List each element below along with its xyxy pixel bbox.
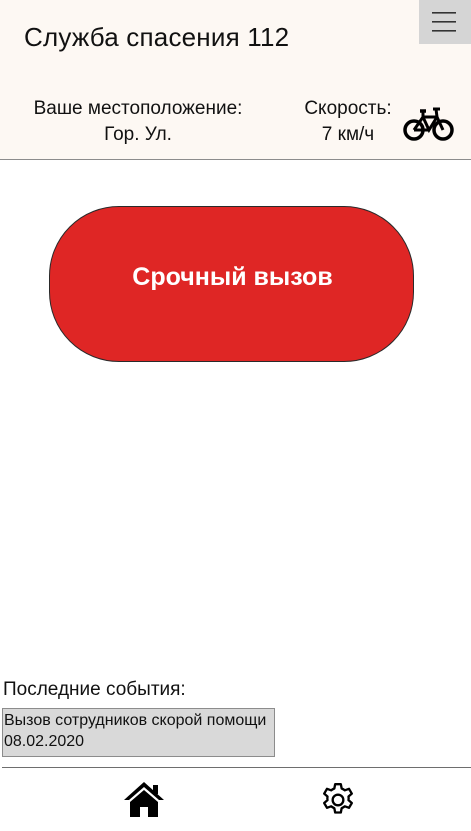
menu-button[interactable] <box>419 0 471 44</box>
recent-events-title: Последние события: <box>3 679 186 700</box>
emergency-call-button[interactable]: Срочный вызов <box>49 206 414 362</box>
app-title: Служба спасения 112 <box>24 22 290 52</box>
speed-value: 7 км/ч <box>321 124 375 145</box>
speed-info: Скорость: 7 км/ч <box>294 96 402 148</box>
event-item[interactable]: Вызов сотрудников скорой помощи 08.02.20… <box>2 708 275 757</box>
bottom-nav-divider <box>2 767 471 768</box>
location-label: Ваше местоположение: <box>33 98 243 119</box>
speed-label: Скорость: <box>304 98 392 119</box>
emergency-call-label: Срочный вызов <box>132 263 333 291</box>
hamburger-menu-icon <box>432 12 456 32</box>
gear-icon[interactable] <box>318 780 358 820</box>
bicycle-icon <box>403 107 454 141</box>
top-header: Служба спасения 112 Ваше местоположение:… <box>0 0 471 160</box>
home-icon[interactable] <box>122 779 166 819</box>
location-value: Гор. Ул. <box>104 124 172 145</box>
location-info: Ваше местоположение: Гор. Ул. <box>14 96 262 148</box>
